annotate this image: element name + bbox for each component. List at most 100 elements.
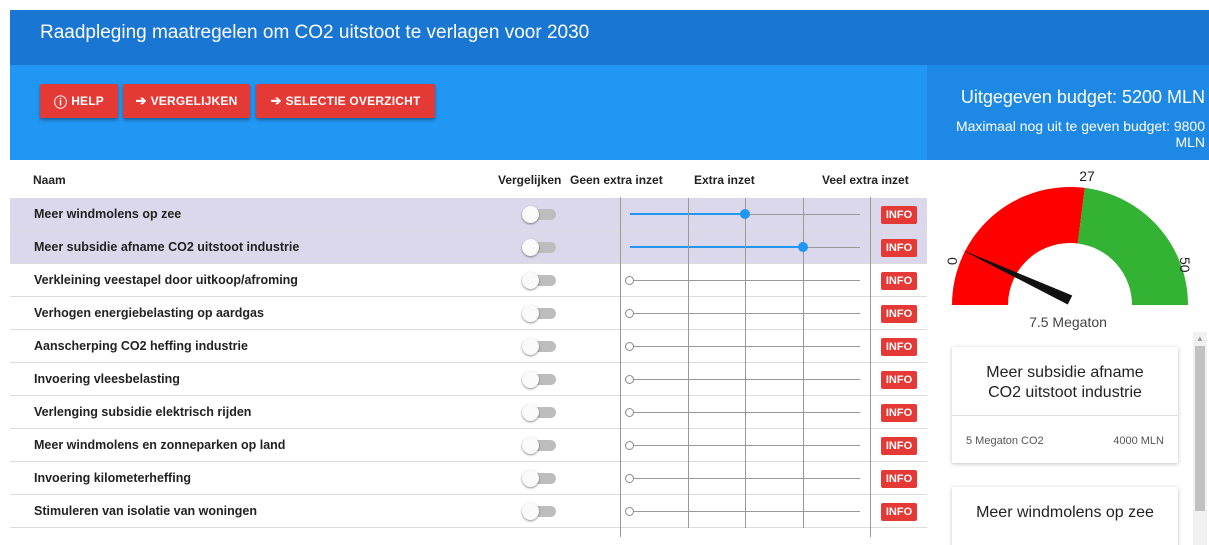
- slider-thumb[interactable]: [625, 408, 634, 417]
- compare-toggle[interactable]: [522, 470, 556, 487]
- info-button[interactable]: INFO: [881, 272, 917, 290]
- effort-slider[interactable]: [625, 297, 865, 330]
- slider-thumb[interactable]: [625, 342, 634, 351]
- slider-tick: [687, 429, 689, 462]
- table-row[interactable]: Verkleining veestapel door uitkoop/afrom…: [10, 264, 927, 297]
- measure-name: Verlenging subsidie elektrisch rijden: [34, 405, 252, 419]
- scroll-up-icon[interactable]: ▲: [1196, 334, 1204, 343]
- effort-slider[interactable]: [625, 462, 865, 495]
- gauge-max-label: 50: [1177, 257, 1193, 273]
- arrow-right-icon: ➔: [135, 93, 147, 108]
- effort-slider[interactable]: [625, 198, 865, 231]
- slider-tick: [687, 363, 689, 396]
- compare-toggle[interactable]: [522, 338, 556, 355]
- info-button[interactable]: INFO: [881, 239, 917, 257]
- info-button[interactable]: INFO: [881, 503, 917, 521]
- slider-thumb[interactable]: [625, 441, 634, 450]
- effort-slider[interactable]: [625, 363, 865, 396]
- slider-tick: [745, 462, 746, 495]
- slider-tick: [802, 264, 804, 297]
- measure-name: Verhogen energiebelasting op aardgas: [34, 306, 264, 320]
- effort-slider[interactable]: [625, 429, 865, 462]
- slider-tick: [802, 297, 804, 330]
- slider-thumb[interactable]: [740, 209, 750, 219]
- table-row[interactable]: Meer windmolens op zee INFO: [10, 198, 927, 231]
- measure-name: Stimuleren van isolatie van woningen: [34, 504, 257, 518]
- info-button[interactable]: INFO: [881, 470, 917, 488]
- slider-tick: [802, 198, 804, 231]
- card-title: Meer windmolens op zee: [976, 504, 1154, 521]
- selected-measure-card[interactable]: Meer subsidie afname CO2 uitstoot indust…: [952, 347, 1178, 463]
- compare-toggle[interactable]: [522, 437, 556, 454]
- table-row[interactable]: Meer windmolens en zonneparken op land IN…: [10, 429, 927, 462]
- compare-toggle[interactable]: [522, 239, 556, 256]
- info-button[interactable]: INFO: [881, 437, 917, 455]
- column-header-compare: Vergelijken: [498, 173, 562, 187]
- info-button[interactable]: INFO: [881, 206, 917, 224]
- info-button[interactable]: INFO: [881, 305, 917, 323]
- column-header-much: Veel extra inzet: [822, 173, 909, 187]
- table-row[interactable]: Aanscherping CO2 heffing industrie INFO: [10, 330, 927, 363]
- app-header: Raadpleging maatregelen om CO2 uitstoot …: [10, 10, 1209, 65]
- measure-name: Meer subsidie afname CO2 uitstoot indust…: [34, 240, 300, 254]
- toolbar: ⓘ HELP ➔ VERGELIJKEN ➔ SELECTIE OVERZICHT: [10, 65, 927, 160]
- compare-toggle[interactable]: [522, 272, 556, 289]
- slider-thumb[interactable]: [625, 474, 634, 483]
- compare-toggle[interactable]: [522, 206, 556, 223]
- table-row[interactable]: Verhogen energiebelasting op aardgas INFO: [10, 297, 927, 330]
- compare-button[interactable]: ➔ VERGELIJKEN: [123, 84, 250, 118]
- toggle-knob: [522, 239, 539, 256]
- slider-thumb[interactable]: [797, 242, 808, 252]
- slider-thumb[interactable]: [625, 276, 634, 285]
- effort-slider[interactable]: [625, 330, 865, 363]
- effort-slider[interactable]: [625, 264, 865, 297]
- slider-tick: [802, 363, 804, 396]
- effort-slider[interactable]: [625, 396, 865, 429]
- gauge-arc-high: [1077, 187, 1188, 305]
- info-button[interactable]: INFO: [881, 404, 917, 422]
- info-button[interactable]: INFO: [881, 371, 917, 389]
- slider-axis-line: [620, 197, 621, 537]
- measure-name: Verkleining veestapel door uitkoop/afrom…: [34, 273, 298, 287]
- budget-panel: Uitgegeven budget: 5200 MLN Maximaal nog…: [927, 65, 1209, 160]
- table-row[interactable]: Invoering kilometerheffing INFO: [10, 462, 927, 495]
- co2-gauge: 27 0 50: [944, 168, 1193, 305]
- slider-tick: [745, 297, 746, 330]
- slider-tick: [745, 363, 746, 396]
- slider-tick: [802, 495, 804, 528]
- table-row[interactable]: Invoering vleesbelasting INFO: [10, 363, 927, 396]
- gauge-arc-low: [952, 186, 1085, 305]
- column-header-name: Naam: [33, 173, 66, 187]
- effort-slider[interactable]: [625, 231, 865, 264]
- help-button[interactable]: ⓘ HELP: [40, 84, 118, 118]
- slider-tick: [802, 429, 804, 462]
- slider-tick: [745, 495, 746, 528]
- slider-tick: [687, 495, 689, 528]
- table-row[interactable]: Stimuleren van isolatie van woningen INFO: [10, 495, 927, 528]
- scrollbar-thumb[interactable]: [1195, 346, 1205, 511]
- slider-thumb[interactable]: [625, 375, 634, 384]
- compare-toggle[interactable]: [522, 371, 556, 388]
- measure-name: Invoering kilometerheffing: [34, 471, 191, 485]
- selected-measure-card[interactable]: Meer windmolens op zee: [952, 487, 1178, 545]
- slider-tick: [802, 462, 804, 495]
- compare-toggle[interactable]: [522, 404, 556, 421]
- effort-slider[interactable]: [625, 495, 865, 528]
- compare-toggle[interactable]: [522, 503, 556, 520]
- gauge-target-label: 27: [1079, 168, 1095, 184]
- selection-overview-button[interactable]: ➔ SELECTIE OVERZICHT: [256, 84, 435, 118]
- slider-thumb[interactable]: [625, 507, 634, 516]
- slider-fill: [630, 246, 803, 248]
- compare-toggle[interactable]: [522, 305, 556, 322]
- info-button[interactable]: INFO: [881, 338, 917, 356]
- card-co2: 5 Megaton CO2: [966, 435, 1044, 447]
- cards-scrollbar[interactable]: ▲: [1193, 332, 1207, 545]
- table-row[interactable]: Verlenging subsidie elektrisch rijden INF…: [10, 396, 927, 429]
- slider-thumb[interactable]: [625, 309, 634, 318]
- slider-tick: [687, 198, 689, 231]
- table-row[interactable]: Meer subsidie afname CO2 uitstoot indust…: [10, 231, 927, 264]
- slider-tick: [802, 330, 804, 363]
- slider-tick: [745, 429, 746, 462]
- measure-name: Meer windmolens op zee: [34, 207, 182, 221]
- slider-tick: [687, 462, 689, 495]
